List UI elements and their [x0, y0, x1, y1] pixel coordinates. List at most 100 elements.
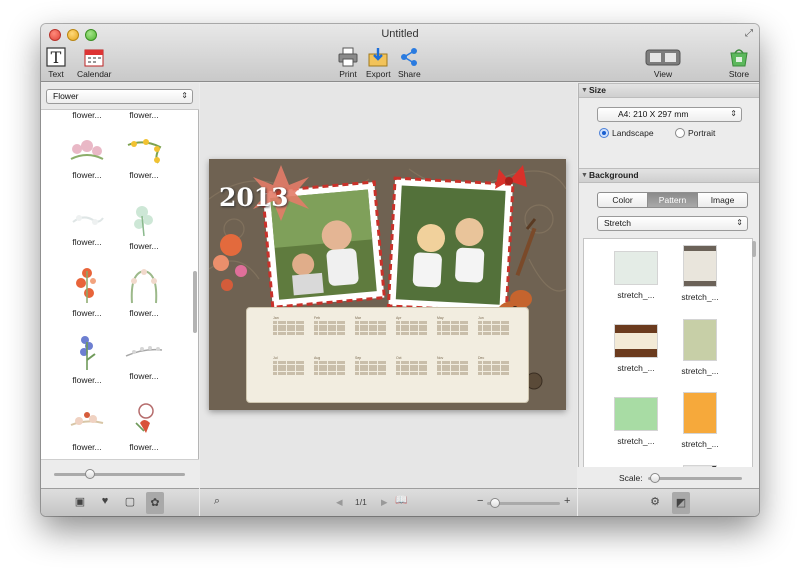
pattern-item[interactable]: stretch_... [606, 324, 666, 373]
sticker-item[interactable]: flower... [114, 204, 174, 251]
thumbnail-size-slider[interactable] [54, 473, 185, 476]
print-label: Print [339, 69, 357, 79]
pattern-label: stretch_... [617, 290, 655, 300]
pattern-scrollbar[interactable] [751, 239, 758, 488]
sticker-label: flower... [129, 170, 159, 180]
thumbnail-size-knob[interactable] [85, 469, 95, 479]
export-button[interactable]: Export [366, 46, 391, 79]
scale-slider[interactable] [648, 477, 742, 480]
fit-mode-select[interactable]: Stretch ⇕ [597, 216, 748, 231]
scale-slider-knob[interactable] [650, 473, 660, 483]
sticker-label: flower... [72, 375, 102, 385]
month-name: Nov [437, 356, 444, 360]
background-type-segmented[interactable]: Color Pattern Image [597, 192, 748, 208]
frame-icon[interactable]: ▢ [121, 495, 139, 508]
landscape-radio[interactable]: Landscape [599, 128, 654, 138]
gear-icon[interactable]: ⚙ [646, 495, 664, 508]
flower-sticker-icon [80, 336, 96, 370]
next-page-icon[interactable]: ▶ [381, 497, 388, 508]
size-section-header[interactable]: ▼ Size [579, 83, 759, 98]
month-block: Dec [478, 356, 510, 386]
scrollbar-thumb[interactable] [193, 271, 197, 333]
size-header-label: Size [589, 85, 607, 95]
text-tool-button[interactable]: T Text [45, 46, 67, 79]
sticker-scrollbar[interactable] [192, 111, 198, 459]
tab-color[interactable]: Color [598, 193, 648, 207]
text-tool-label: Text [48, 69, 64, 79]
month-name: Dec [478, 356, 485, 360]
sticker-item[interactable]: flower... [114, 334, 174, 381]
paper-size-select[interactable]: A4: 210 X 297 mm ⇕ [597, 107, 742, 122]
pattern-item[interactable]: stretch_... [606, 251, 666, 300]
right-tab-bar: ⚙ ◩ [578, 488, 759, 516]
scrollbar-thumb[interactable] [752, 241, 756, 257]
month-name: Aug [314, 356, 321, 360]
view-label: View [653, 69, 673, 79]
sticker-label: flower... [129, 111, 159, 120]
landscape-label: Landscape [612, 128, 654, 138]
tab-image[interactable]: Image [698, 193, 747, 207]
sticker-label: flower... [72, 442, 102, 452]
view-button[interactable]: View [645, 46, 681, 79]
photo-icon[interactable]: ▣ [71, 495, 89, 508]
sticker-label: flower... [129, 241, 159, 251]
sticker-item[interactable]: flower... [57, 204, 117, 247]
month-name: Jun [478, 316, 484, 320]
export-icon [368, 48, 388, 67]
sticker-item[interactable]: flower... [57, 267, 117, 318]
select-arrow-icon: ⇕ [181, 91, 188, 100]
pattern-swatch [683, 245, 717, 287]
month-block: Jan [273, 316, 305, 346]
month-block: Apr [396, 316, 428, 346]
heart-icon[interactable]: ♥ [96, 495, 114, 507]
month-name: Jul [273, 356, 278, 360]
radio-selected-icon [599, 128, 609, 138]
calendar-tool-button[interactable]: Calendar [77, 46, 112, 79]
flower-sticker-icon [135, 403, 154, 433]
portrait-radio[interactable]: Portrait [675, 128, 715, 138]
sticker-item[interactable]: flower... [57, 137, 117, 180]
pattern-item[interactable]: stretch_... [670, 245, 730, 302]
sticker-item[interactable]: flower... [114, 137, 174, 180]
month-block: Jul [273, 356, 305, 386]
pattern-item[interactable]: stretch_... [670, 319, 730, 376]
flower-icon[interactable]: ✿ [146, 492, 164, 514]
calendar-page[interactable]: 2013 Jan Feb Mar Apr May Jun Jul Aug Sep… [209, 159, 566, 410]
sticker-item[interactable]: flower... [57, 334, 117, 385]
previous-page-icon[interactable]: ◀ [336, 497, 343, 508]
pattern-item[interactable]: stretch_... [606, 397, 666, 446]
sticker-label: flower... [129, 442, 159, 452]
sticker-item[interactable]: flower... [114, 401, 174, 452]
sticker-label: flower... [72, 111, 102, 120]
zoom-icon[interactable]: ⌕ [208, 495, 226, 508]
tab-pattern[interactable]: Pattern [648, 193, 698, 207]
pattern-item[interactable]: stretch_... [670, 392, 730, 449]
flower-sticker-icon [134, 206, 153, 237]
sticker-item[interactable]: flower... [114, 111, 174, 120]
category-select[interactable]: Flower ⇕ [46, 89, 193, 104]
month-block: Mar [355, 316, 387, 346]
background-icon[interactable]: ◩ [672, 492, 690, 514]
print-button[interactable]: Print [337, 46, 359, 79]
fullscreen-icon[interactable]: ⤢ [745, 28, 753, 39]
share-button[interactable]: Share [398, 46, 421, 79]
sticker-item[interactable]: flower... [57, 111, 117, 120]
month-name: Sep [355, 356, 362, 360]
zoom-out-button[interactable]: − [477, 495, 483, 507]
inspector-panel: ▼ Size A4: 210 X 297 mm ⇕ Landscape Port… [578, 83, 759, 488]
left-tab-bar: ▣ ♥ ▢ ✿ [41, 488, 199, 516]
month-name: Feb [314, 316, 321, 320]
sticker-item[interactable]: flower... [114, 267, 174, 318]
store-button[interactable]: Store [728, 46, 750, 79]
pattern-swatch [614, 251, 658, 285]
month-block: Jun [478, 316, 510, 346]
month-block: Nov [437, 356, 469, 386]
sticker-item[interactable]: flower... [57, 401, 117, 452]
background-section-header[interactable]: ▼ Background [579, 168, 759, 183]
zoom-slider-knob[interactable] [490, 498, 500, 508]
month-name: May [437, 316, 444, 320]
pattern-swatch [683, 392, 717, 434]
book-icon[interactable]: 📖 [395, 495, 407, 506]
zoom-in-button[interactable]: + [564, 495, 570, 507]
share-label: Share [398, 69, 421, 79]
